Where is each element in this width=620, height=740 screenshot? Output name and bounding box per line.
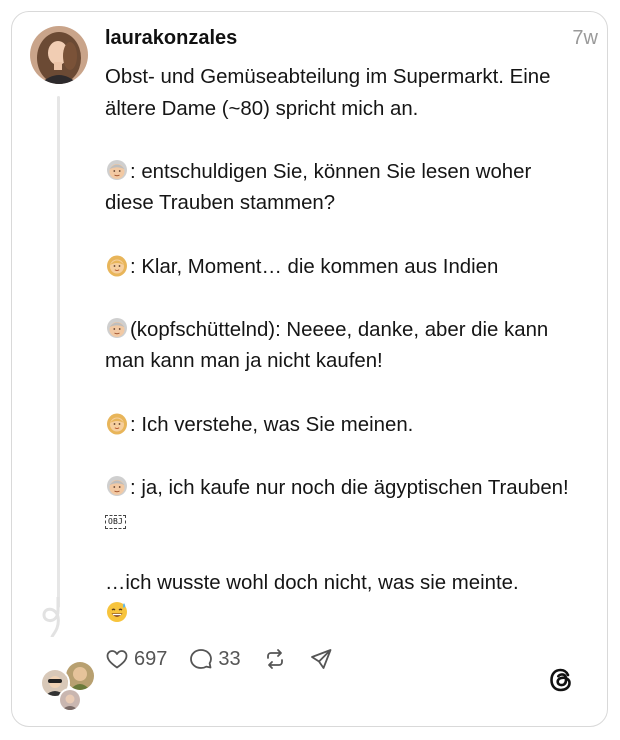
older-woman-emoji [107,317,127,338]
post-paragraph-5: : ja, ich kaufe nur noch die ägyptischen… [105,473,585,536]
post-timestamp: 7w [572,27,598,49]
comment-count: 33 [218,647,241,670]
thread-line [57,96,60,608]
replier-avatars[interactable] [26,648,96,712]
post-line-6: …ich wusste wohl doch nicht, was sie mei… [105,571,519,594]
grinning-sweat-emoji [107,602,127,623]
blond-woman-emoji [107,255,127,277]
object-replacement-glyph: OBJ [105,515,127,530]
like-button[interactable]: 697 [105,647,167,671]
thread-curl [42,597,60,637]
action-bar: 697 33 [105,642,355,676]
repost-button[interactable] [263,647,287,671]
post-line-2: : Klar, Moment… die kommen aus Indien [130,255,499,278]
post-line-1: : entschuldigen Sie, können Sie lesen wo… [105,160,537,215]
heart-icon [106,650,128,669]
post-paragraph-1: : entschuldigen Sie, können Sie lesen wo… [105,157,585,220]
share-button[interactable] [309,647,333,671]
post-paragraph-4: : Ich verstehe, was Sie meinen. [105,410,585,442]
post-paragraph-6: …ich wusste wohl doch nicht, was sie mei… [105,568,585,631]
like-count: 697 [134,647,168,670]
post-line-5: : ja, ich kaufe nur noch die ägyptischen… [130,476,569,499]
post-text: Obst- und Gemüseabteilung im Supermarkt.… [105,62,585,631]
comment-button[interactable]: 33 [189,647,241,671]
post-line-3: (kopfschüttelnd): Neeee, danke, aber die… [105,318,554,373]
older-woman-emoji [107,159,127,180]
repost-icon [266,649,283,669]
profile-avatar[interactable] [30,26,88,84]
post-line-4: : Ich verstehe, was Sie meinen. [130,413,414,436]
replier-avatar [58,688,82,712]
username[interactable]: laurakonzales [105,27,237,50]
post-paragraph-3: (kopfschüttelnd): Neeee, danke, aber die… [105,315,585,378]
threads-logo [550,668,571,692]
send-icon [310,649,332,669]
blond-woman-emoji [107,413,127,435]
post-paragraph-intro: Obst- und Gemüseabteilung im Supermarkt.… [105,66,557,120]
older-woman-emoji [107,475,127,496]
comment-icon [190,649,213,669]
post-paragraph-2: : Klar, Moment… die kommen aus Indien [105,252,585,284]
